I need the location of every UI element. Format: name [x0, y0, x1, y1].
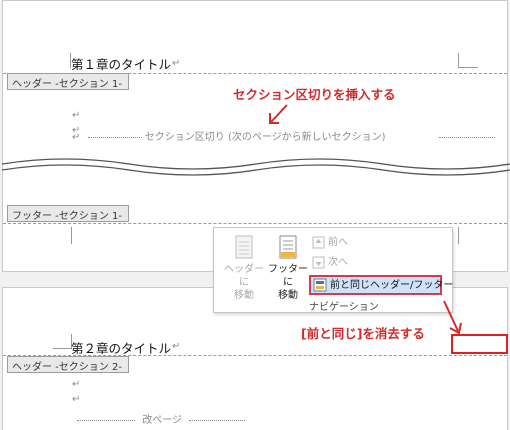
paragraph-mark: ↵: [172, 58, 181, 69]
annotation-clear-link: [前と同じ]を消去する: [301, 326, 425, 341]
section-break-row: ↵ セクション区切り (次のページから新しいセクション): [72, 128, 495, 143]
crop-mark: [53, 348, 71, 349]
annotation-insert-section-break: セクション区切りを挿入する: [233, 87, 396, 102]
chapter-1-title[interactable]: 第１章のタイトル: [71, 54, 171, 73]
goto-footer-icon: [279, 235, 297, 259]
page-break-label: 改ページ: [142, 415, 182, 426]
header-tab-section-1[interactable]: ヘッダー -セクション 1-: [7, 73, 129, 90]
goto-header-icon: [235, 235, 253, 259]
crop-mark: [458, 227, 459, 244]
annotation-arrow-2: [443, 300, 462, 335]
paragraph-mark: ↵: [72, 379, 81, 390]
header-footer-navigation-group: ヘッダーに 移動 フッターに 移動 前へ 次へ 前と同じヘッダー/フッター ナビ…: [213, 227, 453, 313]
crop-mark: [458, 53, 459, 68]
break-dots-right: [189, 419, 246, 421]
previous-label: 前へ: [328, 237, 348, 248]
link-to-previous-icon: [313, 278, 327, 292]
goto-header-label-2: 移動: [234, 290, 254, 301]
navigation-group-label: ナビゲーション: [309, 302, 379, 313]
goto-footer-button[interactable]: フッターに 移動: [267, 234, 309, 301]
break-dots-left: [87, 136, 142, 138]
link-to-previous-label: 前と同じヘッダー/フッター: [330, 280, 454, 291]
paragraph-mark: ↵: [72, 394, 81, 405]
footer-tab-section-1[interactable]: フッター -セクション 1-: [7, 205, 129, 222]
page-cut-wave: [2, 158, 510, 176]
break-dots-right: [438, 136, 495, 138]
paragraph-mark: ↵: [172, 341, 181, 352]
break-dots-left: [77, 419, 135, 421]
goto-header-label-1: ヘッダーに: [224, 264, 264, 288]
crop-mark: [458, 67, 478, 68]
page-break-row: 改ページ: [77, 411, 246, 426]
footer-boundary-line: [3, 223, 507, 224]
next-label: 次へ: [328, 257, 348, 268]
next-button[interactable]: 次へ: [312, 254, 348, 272]
crop-mark: [71, 227, 72, 244]
annotation-arrow-1: [269, 104, 288, 124]
section-break-label: セクション区切り (次のページから新しいセクション): [144, 132, 386, 143]
previous-button[interactable]: 前へ: [312, 234, 348, 252]
goto-footer-label-2: 移動: [278, 290, 298, 301]
paragraph-mark: ↵: [72, 132, 81, 143]
goto-footer-label-1: フッターに: [268, 264, 308, 288]
link-to-previous-button[interactable]: 前と同じヘッダー/フッター: [309, 275, 453, 295]
annotation-target-box: [451, 334, 508, 354]
paragraph-mark: ↵: [72, 110, 81, 121]
next-icon: [312, 256, 325, 268]
header-tab-section-2[interactable]: ヘッダー -セクション 2-: [7, 356, 129, 373]
previous-icon: [312, 236, 325, 248]
goto-header-button[interactable]: ヘッダーに 移動: [223, 234, 265, 301]
